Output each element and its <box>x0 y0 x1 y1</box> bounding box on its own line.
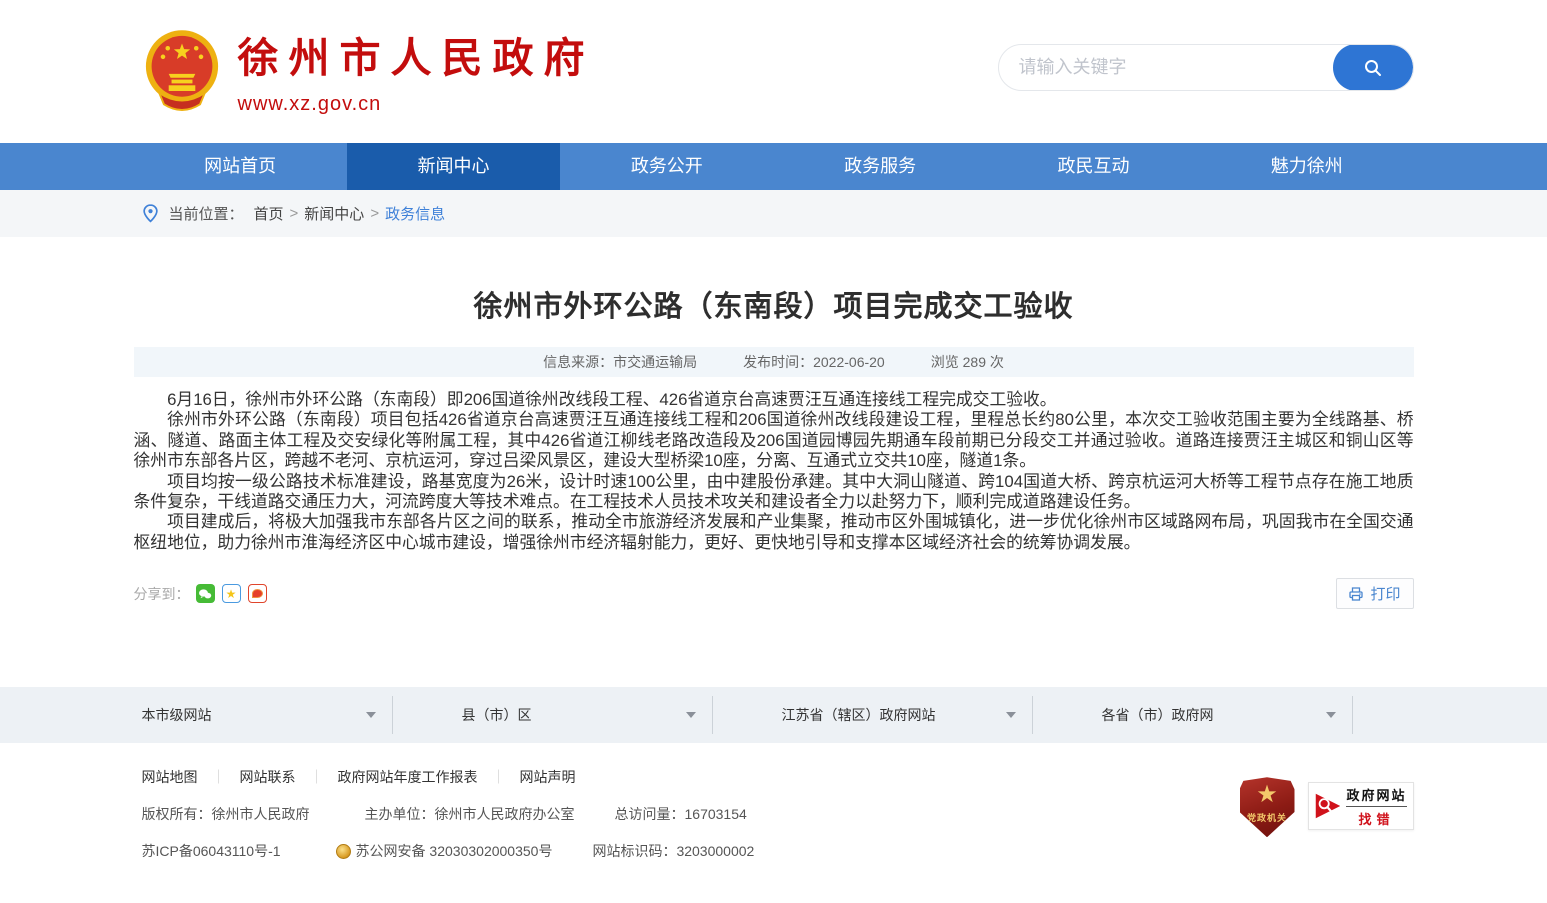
footer-total-visits: 总访问量：16703154 <box>615 804 747 824</box>
nav-item-gov-disclosure[interactable]: 政务公开 <box>560 143 773 190</box>
dropdown-label: 县（市）区 <box>462 705 532 725</box>
article-paragraph: 项目均按一级公路技术标准建设，路基宽度为26米，设计时速100公里，由中建股份承… <box>134 472 1414 513</box>
dropdown-county-sites[interactable]: 县（市）区 <box>454 687 774 743</box>
article-body: 6月16日，徐州市外环公路（东南段）即206国道徐州改线段工程、426省道京台高… <box>134 390 1414 553</box>
location-pin-icon <box>142 204 159 223</box>
site-footer: 网站地图 ｜ 网站联系 ｜ 政府网站年度工作报表 ｜ 网站声明 版权所有：徐州市… <box>0 743 1547 885</box>
article-paragraph: 项目建成后，将极大加强我市东部各片区之间的联系，推动全市旅游经济发展和产业集聚，… <box>134 512 1414 553</box>
find-error-badge[interactable]: 政府网站 找错 <box>1308 782 1414 830</box>
article-meta-bar: 信息来源：市交通运输局 发布时间：2022-06-20 浏览 289 次 <box>134 347 1414 377</box>
breadcrumb-separator: > <box>290 205 299 222</box>
breadcrumb-home[interactable]: 首页 <box>254 203 284 224</box>
nav-item-interaction[interactable]: 政民互动 <box>987 143 1200 190</box>
footer-police-record[interactable]: 苏公网安备 32030302000350号 <box>336 841 553 861</box>
nav-item-home[interactable]: 网站首页 <box>134 143 347 190</box>
national-emblem-icon <box>144 26 220 118</box>
footer-link-annual-report[interactable]: 政府网站年度工作报表 <box>338 767 478 787</box>
footer-link-contact[interactable]: 网站联系 <box>240 767 296 787</box>
article-view-count: 浏览 289 次 <box>931 352 1004 372</box>
dropdown-jiangsu-gov-sites[interactable]: 江苏省（辖区）政府网站 <box>774 687 1094 743</box>
footer-site-code: 网站标识码：3203000002 <box>592 841 754 861</box>
footer-icp-number[interactable]: 苏ICP备06043110号-1 <box>142 841 281 861</box>
footer-organizer: 主办单位：徐州市人民政府办公室 <box>365 804 575 824</box>
article-paragraph: 徐州市外环公路（东南段）项目包括426省道京台高速贾汪互通连接线工程和206国道… <box>134 410 1414 471</box>
police-badge-icon <box>336 844 351 859</box>
nav-item-charm-xuzhou[interactable]: 魅力徐州 <box>1200 143 1413 190</box>
chevron-down-icon <box>366 712 376 718</box>
article-title: 徐州市外环公路（东南段）项目完成交工验收 <box>134 237 1414 325</box>
search-box <box>998 44 1414 91</box>
site-url: www.xz.gov.cn <box>238 93 595 116</box>
find-error-line1: 政府网站 <box>1346 785 1406 807</box>
article-section: 徐州市外环公路（东南段）项目完成交工验收 信息来源：市交通运输局 发布时间：20… <box>0 237 1547 647</box>
chevron-down-icon <box>1006 712 1016 718</box>
chevron-down-icon <box>686 712 696 718</box>
breadcrumb-label: 当前位置： <box>169 203 244 224</box>
chevron-down-icon <box>1326 712 1336 718</box>
printer-icon <box>1348 586 1364 602</box>
main-nav: 网站首页 新闻中心 政务公开 政务服务 政民互动 魅力徐州 <box>0 143 1547 190</box>
site-title: 徐州市人民政府 <box>238 38 595 79</box>
article-source: 信息来源：市交通运输局 <box>543 352 697 372</box>
star-icon: ★ <box>1256 783 1278 807</box>
dropdown-city-sites[interactable]: 本市级网站 <box>134 687 454 743</box>
print-button-label: 打印 <box>1370 583 1400 604</box>
footer-link-sitemap[interactable]: 网站地图 <box>142 767 198 787</box>
dropdown-province-gov-sites[interactable]: 各省（市）政府网 <box>1094 687 1414 743</box>
search-icon <box>1363 58 1383 78</box>
site-header: 徐州市人民政府 www.xz.gov.cn <box>0 0 1547 143</box>
breadcrumb-separator: > <box>370 205 379 222</box>
dropdown-label: 江苏省（辖区）政府网站 <box>782 705 936 725</box>
search-input[interactable] <box>999 45 1333 90</box>
footer-link-statement[interactable]: 网站声明 <box>520 767 576 787</box>
search-button[interactable] <box>1333 44 1413 91</box>
site-logo[interactable]: 徐州市人民政府 www.xz.gov.cn <box>144 26 595 118</box>
breadcrumb-gov-info[interactable]: 政务信息 <box>385 203 445 224</box>
share-weibo-icon[interactable] <box>248 584 267 603</box>
friendly-sites-strip: 本市级网站 县（市）区 江苏省（辖区）政府网站 各省（市）政府网 <box>0 687 1547 743</box>
print-button[interactable]: 打印 <box>1336 578 1414 609</box>
find-error-magnifier-icon <box>1315 788 1341 824</box>
nav-item-gov-services[interactable]: 政务服务 <box>773 143 986 190</box>
share-bar: 分享到： ★ <box>134 584 274 604</box>
share-label: 分享到： <box>134 584 190 604</box>
dropdown-label: 本市级网站 <box>142 705 212 725</box>
article-publish-time: 发布时间：2022-06-20 <box>743 352 885 372</box>
share-wechat-icon[interactable] <box>196 584 215 603</box>
party-gov-badge[interactable]: ★ 党政机关 <box>1240 777 1295 837</box>
find-error-line2: 找错 <box>1358 809 1394 828</box>
dropdown-label: 各省（市）政府网 <box>1102 705 1214 725</box>
breadcrumb-news-center[interactable]: 新闻中心 <box>304 203 364 224</box>
party-gov-badge-label: 党政机关 <box>1247 811 1287 824</box>
nav-item-news-center[interactable]: 新闻中心 <box>347 143 560 190</box>
share-qzone-icon[interactable]: ★ <box>222 584 241 603</box>
footer-copyright: 版权所有：徐州市人民政府 <box>142 804 310 824</box>
breadcrumb-strip: 当前位置： 首页 > 新闻中心 > 政务信息 <box>0 190 1547 237</box>
article-paragraph: 6月16日，徐州市外环公路（东南段）即206国道徐州改线段工程、426省道京台高… <box>134 390 1414 410</box>
